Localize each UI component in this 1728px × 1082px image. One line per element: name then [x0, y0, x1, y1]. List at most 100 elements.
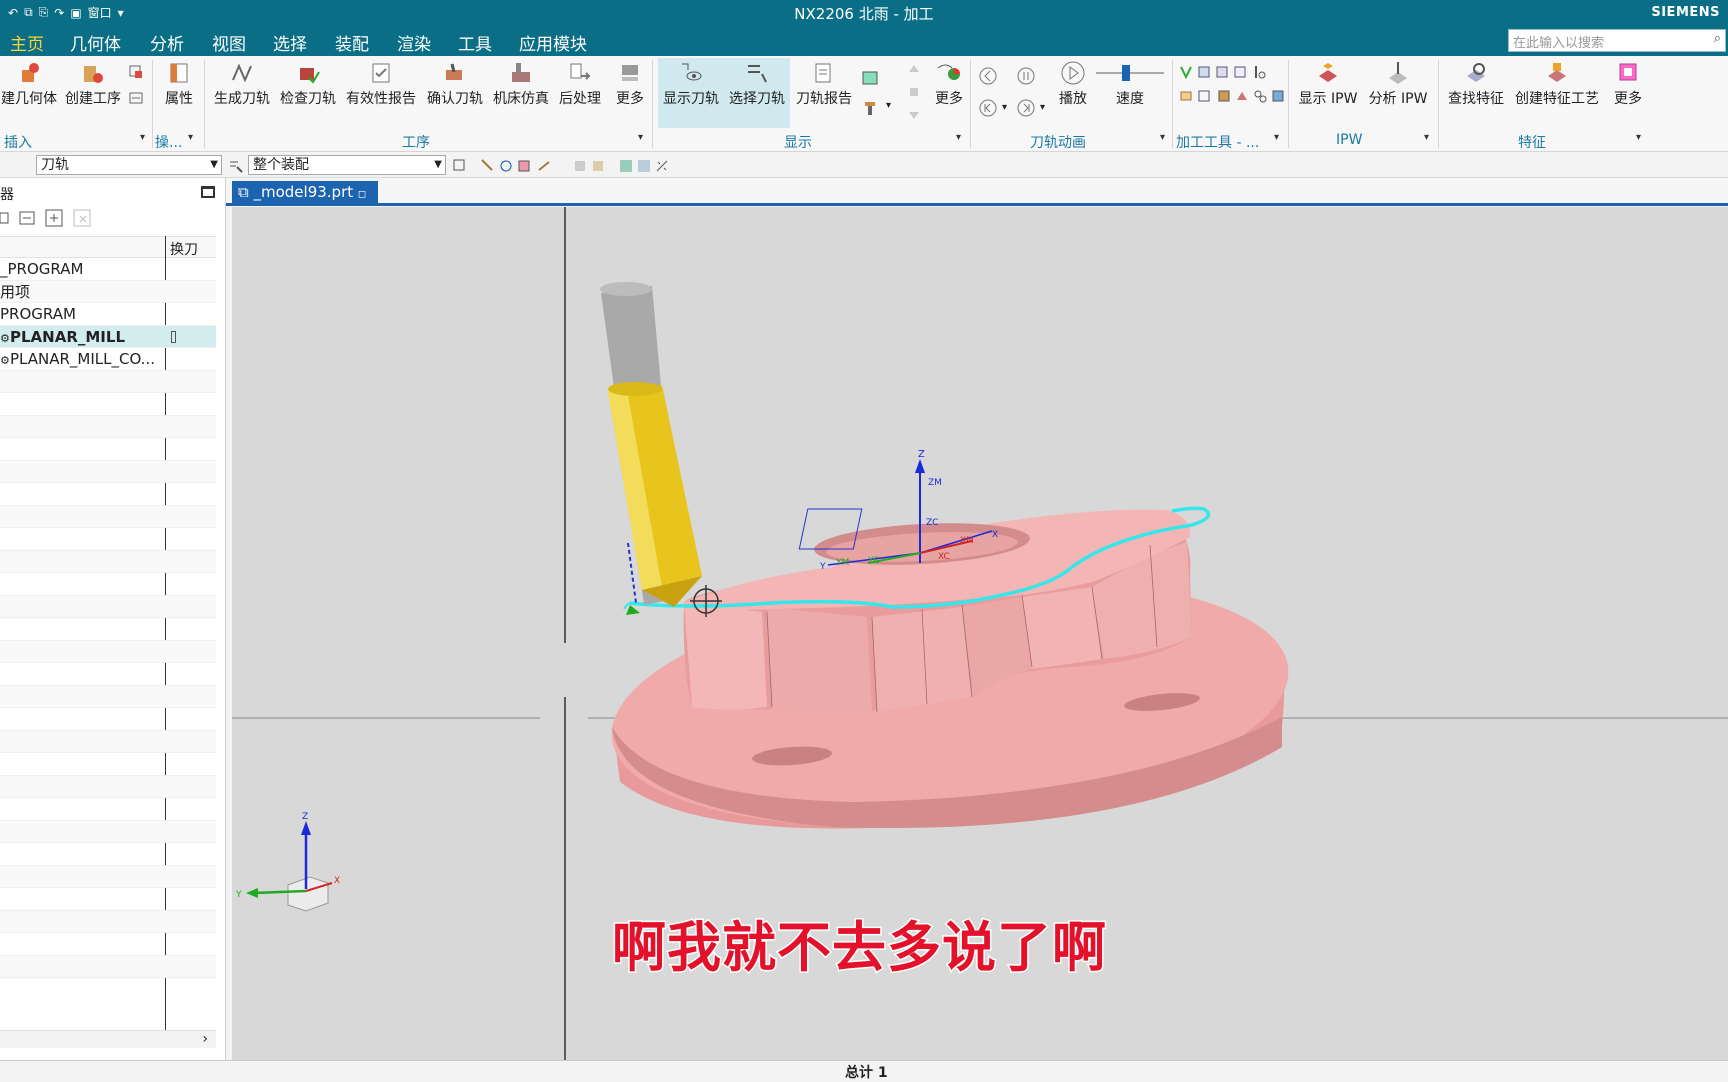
group-process[interactable]: 工序: [402, 132, 430, 152]
filter-icon-2[interactable]: [480, 158, 496, 174]
chevron-down-icon[interactable]: ▾: [1424, 132, 1429, 143]
chevron-down-icon[interactable]: ▾: [1160, 132, 1165, 143]
create-method-icon[interactable]: [128, 90, 144, 106]
operation-more-button[interactable]: 更多: [610, 58, 650, 128]
menu-home[interactable]: 主页: [10, 30, 44, 55]
list-item[interactable]: [0, 910, 216, 933]
group-ipw[interactable]: IPW: [1336, 132, 1362, 148]
list-item[interactable]: [0, 483, 216, 506]
verify-toolpath-button[interactable]: 检查刀轨: [276, 58, 340, 128]
play-button[interactable]: 播放: [1054, 58, 1092, 128]
list-item[interactable]: ⚙ PLANAR_MILL_CO...: [0, 348, 216, 371]
list-item[interactable]: [0, 573, 216, 596]
create-tool-icon[interactable]: [128, 64, 144, 80]
list-item[interactable]: [0, 663, 216, 686]
arrow-down-icon[interactable]: [906, 106, 922, 122]
list-item[interactable]: [0, 438, 216, 461]
stop-icon[interactable]: [906, 84, 922, 100]
select-toolpath-button[interactable]: 选择刀轨: [724, 58, 790, 128]
filter-icon-10[interactable]: [654, 158, 670, 174]
group-operation[interactable]: 操...: [155, 132, 182, 152]
horizontal-scrollbar[interactable]: ›: [0, 1030, 216, 1048]
arrow-up-icon[interactable]: [906, 62, 922, 78]
list-item[interactable]: [0, 730, 216, 753]
list-item[interactable]: [0, 888, 216, 911]
tool-display-icon[interactable]: [862, 100, 878, 116]
group-toolpath-animation[interactable]: 刀轨动画: [1030, 132, 1086, 152]
menu-application[interactable]: 应用模块: [519, 30, 587, 55]
tool-icon-8[interactable]: [1216, 88, 1232, 104]
filter-icon-7[interactable]: [590, 158, 606, 174]
toolpath-report-button[interactable]: 刀轨报告: [792, 58, 856, 128]
nav-tool-icon-3[interactable]: [44, 208, 66, 228]
properties-button[interactable]: 属性: [158, 58, 200, 128]
list-item[interactable]: [0, 685, 216, 708]
chevron-down-icon[interactable]: ▾: [1274, 132, 1279, 143]
list-item[interactable]: [0, 618, 216, 641]
menu-analysis[interactable]: 分析: [150, 30, 184, 55]
filter-icon-6[interactable]: [572, 158, 588, 174]
tool-icon-5[interactable]: [1252, 64, 1268, 80]
display-toolpath-button[interactable]: 显示刀轨: [658, 58, 724, 128]
create-feature-process-button[interactable]: 创建特征工艺: [1510, 58, 1604, 128]
tool-icon-2[interactable]: [1196, 64, 1212, 80]
chevron-down-icon[interactable]: ▾: [1636, 132, 1641, 143]
list-item[interactable]: [0, 820, 216, 843]
chevron-down-icon[interactable]: ▾: [140, 132, 145, 143]
menu-tools[interactable]: 工具: [458, 30, 492, 55]
part-model[interactable]: [600, 509, 1301, 856]
list-item[interactable]: [0, 595, 216, 618]
group-display[interactable]: 显示: [784, 132, 812, 152]
tool-icon-6[interactable]: [1178, 88, 1194, 104]
create-geometry-button[interactable]: 建几何体: [0, 58, 58, 128]
group-machining-tools[interactable]: 加工工具 - ...: [1176, 132, 1259, 152]
chevron-down-icon[interactable]: ▼: [434, 156, 442, 174]
tab-model93[interactable]: ⧉ _model93.prt ◻ ×: [232, 181, 378, 219]
postprocess-button[interactable]: 后处理: [556, 58, 604, 128]
menu-geometry[interactable]: 几何体: [70, 30, 121, 55]
list-item[interactable]: [0, 843, 216, 866]
nav-tool-icon-1[interactable]: [0, 210, 12, 226]
filter-icon-8[interactable]: [618, 158, 634, 174]
pause-icon[interactable]: [1016, 66, 1036, 86]
list-item[interactable]: [0, 640, 216, 663]
group-feature[interactable]: 特征: [1518, 132, 1546, 152]
chevron-down-icon[interactable]: ▾: [188, 132, 193, 143]
filter-icon-1[interactable]: [452, 158, 468, 174]
list-item[interactable]: [0, 393, 216, 416]
chevron-down-icon[interactable]: ▾: [956, 132, 961, 143]
list-item[interactable]: [0, 415, 216, 438]
scope-dropdown[interactable]: 整个装配 ▼: [248, 155, 446, 175]
generate-toolpath-button[interactable]: 生成刀轨: [210, 58, 274, 128]
list-item[interactable]: ⚙ PLANAR_MILL: [0, 325, 216, 348]
speed-slider[interactable]: 速度: [1092, 58, 1168, 128]
list-item[interactable]: 用项: [0, 280, 216, 303]
filter-icon-4[interactable]: [516, 158, 532, 174]
menu-view[interactable]: 视图: [212, 30, 246, 55]
step-back-icon[interactable]: [978, 66, 998, 86]
search-icon[interactable]: ⌕: [1714, 31, 1721, 46]
display-options-icon[interactable]: [862, 70, 878, 86]
cutting-tool[interactable]: [600, 282, 702, 607]
menu-assembly[interactable]: 装配: [335, 30, 369, 55]
chevron-down-icon[interactable]: ▼: [210, 156, 218, 174]
search-input[interactable]: 在此输入以搜索 ⌕: [1508, 29, 1726, 52]
chevron-down-icon[interactable]: ▾: [638, 132, 643, 143]
list-item[interactable]: [0, 370, 216, 393]
filter-icon-5[interactable]: [536, 158, 552, 174]
chevron-down-icon[interactable]: ▾: [886, 100, 891, 111]
nav-tool-icon-4[interactable]: [72, 208, 94, 228]
validity-report-button[interactable]: 有效性报告: [342, 58, 420, 128]
list-item[interactable]: PROGRAM: [0, 303, 216, 326]
tool-icon-10[interactable]: [1252, 88, 1268, 104]
show-ipw-button[interactable]: 显示 IPW: [1294, 58, 1362, 128]
analyze-ipw-button[interactable]: 分析 IPW: [1364, 58, 1432, 128]
menu-select[interactable]: 选择: [273, 30, 307, 55]
list-item[interactable]: [0, 955, 216, 978]
list-item[interactable]: [0, 528, 216, 551]
tool-icon-3[interactable]: [1214, 64, 1230, 80]
display-more-button[interactable]: 更多: [928, 58, 970, 128]
tool-icon-9[interactable]: [1234, 88, 1250, 104]
tool-icon-11[interactable]: [1270, 88, 1286, 104]
fast-forward-icon[interactable]: [1016, 98, 1036, 118]
